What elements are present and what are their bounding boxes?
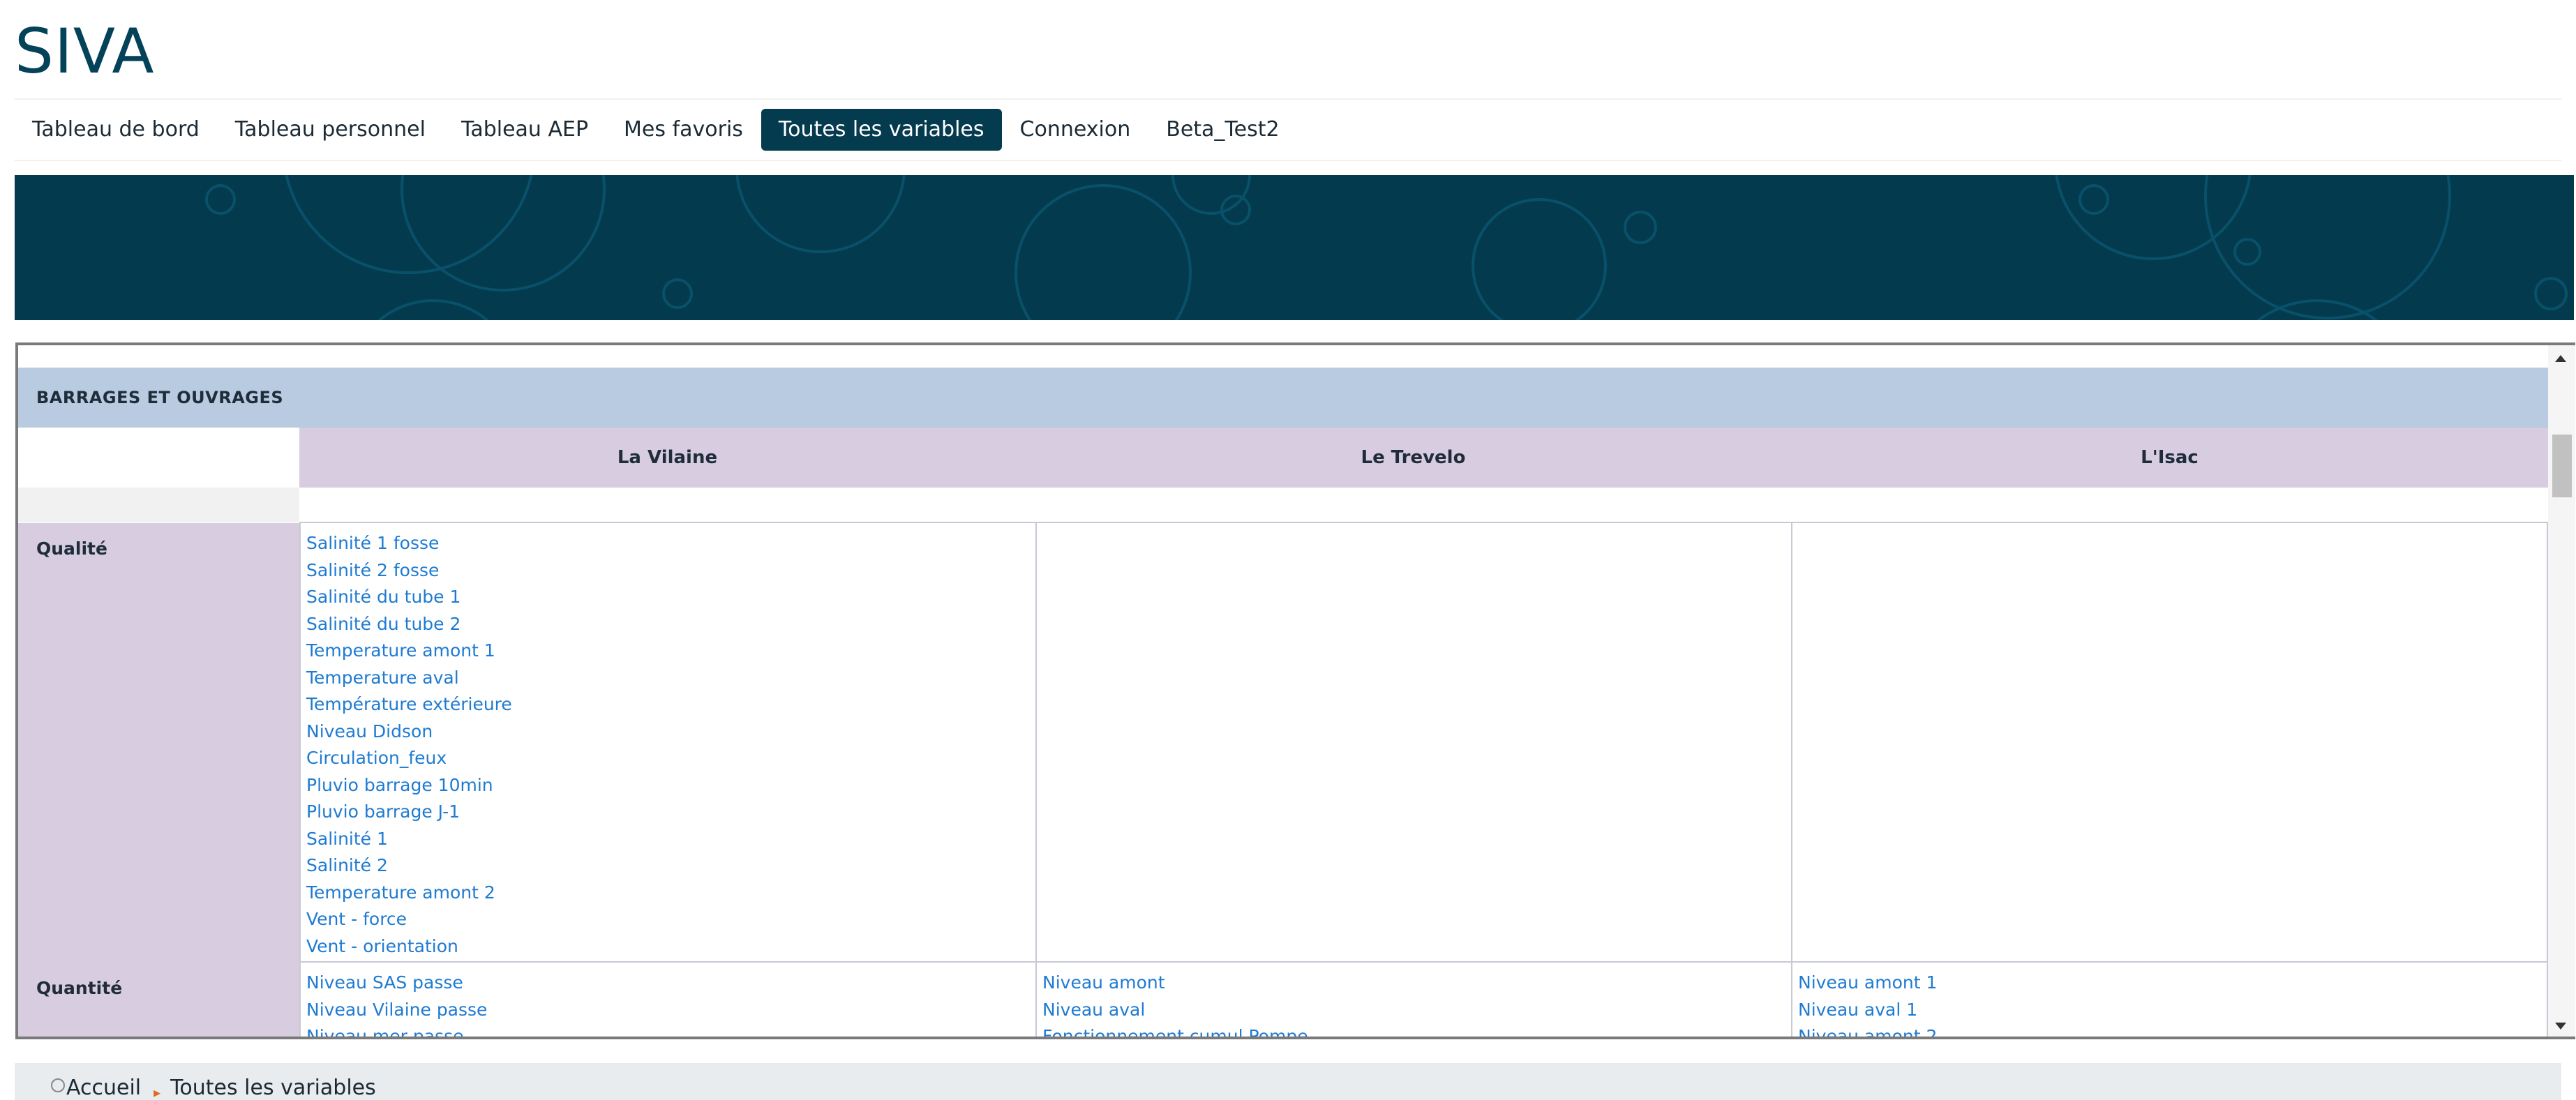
nav-mes-favoris[interactable]: Mes favoris	[606, 109, 761, 151]
variable-link[interactable]: Salinité du tube 2	[306, 611, 1035, 638]
scroll-thumb[interactable]	[2552, 435, 2572, 497]
breadcrumb-separator-icon: ▸	[153, 1084, 161, 1100]
variable-link[interactable]: Temperature aval	[306, 665, 1035, 692]
variable-link[interactable]: Salinité 2	[306, 852, 1035, 880]
variable-link[interactable]: Vent - orientation	[306, 933, 1035, 960]
header-banner	[15, 175, 2574, 320]
nav-beta-test2[interactable]: Beta_Test2	[1148, 109, 1296, 151]
variables-panel[interactable]: BARRAGES ET OUVRAGES La Vilaine Le Treve…	[15, 342, 2575, 1039]
variable-link[interactable]: Niveau Vilaine passe	[306, 997, 1035, 1024]
breadcrumb: Accueil ▸ Toutes les variables	[15, 1063, 2561, 1100]
cell-quantite-la-vilaine: Niveau SAS passe Niveau Vilaine passe Ni…	[299, 963, 1037, 1037]
column-header-l-isac: L'Isac	[1791, 428, 2548, 488]
home-icon	[51, 1078, 65, 1092]
nav-tableau-aep[interactable]: Tableau AEP	[444, 109, 606, 151]
variable-link[interactable]: Circulation_feux	[306, 745, 1035, 772]
variable-link[interactable]: Fonctionnement cumul Pompe	[1042, 1023, 1791, 1037]
variable-link[interactable]: Vent - force	[306, 906, 1035, 933]
app-title: SIVA	[15, 15, 155, 87]
cell-qualite-l-isac	[1792, 523, 2548, 963]
variable-link[interactable]: Niveau amont 2	[1798, 1023, 2547, 1037]
variable-link[interactable]: Salinité du tube 1	[306, 584, 1035, 611]
variable-link[interactable]: Niveau aval	[1042, 997, 1791, 1024]
variable-link[interactable]: Température extérieure	[306, 691, 1035, 718]
main-nav: Tableau de bord Tableau personnel Tablea…	[15, 98, 2561, 161]
column-header-le-trevelo: Le Trevelo	[1035, 428, 1791, 488]
variable-link[interactable]: Salinité 1	[306, 826, 1035, 853]
variable-link[interactable]: Temperature amont 2	[306, 880, 1035, 907]
row-label-quantite: Quantité	[18, 963, 299, 1037]
nav-toutes-les-variables[interactable]: Toutes les variables	[761, 109, 1002, 151]
cell-qualite-le-trevelo	[1037, 523, 1792, 963]
column-header-row: La Vilaine Le Trevelo L'Isac	[18, 428, 2548, 488]
variable-link[interactable]: Temperature amont 1	[306, 638, 1035, 665]
nav-connexion[interactable]: Connexion	[1003, 109, 1148, 151]
scroll-down-arrow-icon[interactable]	[2555, 1023, 2566, 1030]
row-label-qualite: Qualité	[18, 523, 299, 963]
scroll-up-arrow-icon[interactable]	[2555, 355, 2566, 362]
variable-link[interactable]: Niveau aval 1	[1798, 997, 2547, 1024]
cell-quantite-l-isac: Niveau amont 1 Niveau aval 1 Niveau amon…	[1792, 963, 2548, 1037]
variable-link[interactable]: Salinité 1 fosse	[306, 530, 1035, 557]
empty-row-label	[18, 488, 299, 522]
variable-link[interactable]: Niveau amont	[1042, 970, 1791, 997]
variable-link[interactable]: Pluvio barrage J-1	[306, 799, 1035, 826]
cell-quantite-le-trevelo: Niveau amont Niveau aval Fonctionnement …	[1037, 963, 1792, 1037]
vertical-scrollbar[interactable]	[2548, 345, 2575, 1037]
variable-link[interactable]: Salinité 2 fosse	[306, 557, 1035, 585]
breadcrumb-home-link[interactable]: Accueil	[66, 1076, 141, 1100]
banner-bubbles-decoration	[205, 175, 2568, 320]
nav-tableau-de-bord[interactable]: Tableau de bord	[15, 109, 217, 151]
column-header-spacer	[18, 428, 299, 488]
nav-tableau-personnel[interactable]: Tableau personnel	[218, 109, 443, 151]
variable-link[interactable]: Niveau amont 1	[1798, 970, 2547, 997]
section-title: BARRAGES ET OUVRAGES	[18, 368, 2548, 428]
variables-table: BARRAGES ET OUVRAGES La Vilaine Le Treve…	[18, 345, 2548, 1037]
variable-link[interactable]: Niveau mer passe	[306, 1023, 1035, 1037]
column-header-la-vilaine: La Vilaine	[299, 428, 1035, 488]
breadcrumb-current: Toutes les variables	[170, 1076, 376, 1100]
variable-link[interactable]: Niveau SAS passe	[306, 970, 1035, 997]
cell-qualite-la-vilaine: Salinité 1 fosse Salinité 2 fosse Salini…	[299, 523, 1037, 963]
variable-link[interactable]: Pluvio barrage 10min	[306, 772, 1035, 799]
variable-link[interactable]: Niveau Didson	[306, 718, 1035, 746]
